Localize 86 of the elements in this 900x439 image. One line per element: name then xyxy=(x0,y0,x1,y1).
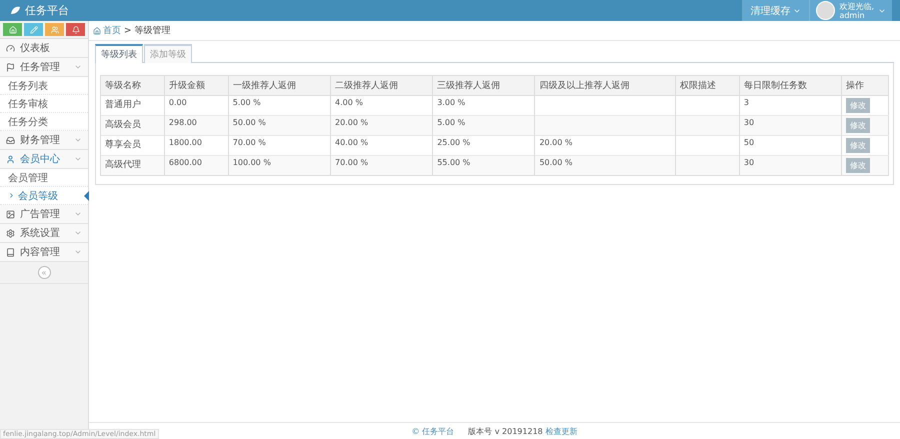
menu-item[interactable]: 广告管理 xyxy=(0,205,88,224)
table-cell: 5.00 % xyxy=(437,118,466,127)
table-cell: 55.00 % xyxy=(437,158,470,167)
user-name: admin xyxy=(839,10,866,20)
table-cell: 高级会员 xyxy=(105,120,141,130)
settings-icon xyxy=(6,228,15,238)
table-cell: 0.00 xyxy=(168,98,187,107)
menu-item[interactable]: 财务管理 xyxy=(0,131,88,150)
book-icon xyxy=(6,248,15,256)
submenu-item[interactable]: 会员等级 xyxy=(0,187,88,205)
column-header: 升级金额 xyxy=(164,76,228,96)
shortcut-button[interactable] xyxy=(66,23,85,36)
table-cell: 普通用户 xyxy=(105,100,141,110)
home-icon xyxy=(93,26,101,34)
table-cell: 50 xyxy=(744,138,754,147)
table-cell: 70.00 % xyxy=(232,138,266,147)
column-header: 三级推荐人返佣 xyxy=(432,76,535,96)
column-header: 一级推荐人返佣 xyxy=(228,76,330,96)
copyright-link[interactable]: © 任务平台 xyxy=(412,426,454,436)
table-cell: 70.00 % xyxy=(335,158,368,167)
chevron-icon xyxy=(74,155,82,163)
inbox-icon xyxy=(6,136,15,144)
user-menu[interactable]: 欢迎光临, admin xyxy=(809,0,892,21)
tab[interactable]: 等级列表 xyxy=(95,44,143,63)
table-cell: 3.00 % xyxy=(437,98,466,107)
image-icon xyxy=(6,210,15,218)
clear-cache-button[interactable]: 清理缓存 xyxy=(742,0,810,21)
tab[interactable]: 添加等级 xyxy=(144,44,192,63)
user-icon xyxy=(6,154,15,164)
submenu-item[interactable]: 任务分类 xyxy=(0,113,88,131)
column-header: 二级推荐人返佣 xyxy=(330,76,433,96)
bell-icon xyxy=(72,26,80,34)
welcome-text: 欢迎光临, xyxy=(839,2,874,10)
menu-item[interactable]: 任务管理 xyxy=(0,58,88,77)
column-header: 等级名称 xyxy=(100,76,164,96)
table-cell: 40.00 % xyxy=(335,138,368,147)
submenu-item[interactable]: 会员管理 xyxy=(0,169,88,187)
table-cell: 50.00 % xyxy=(539,158,572,167)
shortcut-button[interactable] xyxy=(3,23,22,36)
users-icon xyxy=(50,26,58,34)
gauge-icon xyxy=(6,44,15,52)
leaf-icon xyxy=(10,6,21,15)
check-update-link[interactable]: 检查更新 xyxy=(545,426,578,436)
column-header: 四级及以上推荐人返佣 xyxy=(534,76,676,96)
table-cell: 100.00 % xyxy=(232,158,271,167)
table-cell: 5.00 % xyxy=(232,98,261,107)
chevron-icon xyxy=(74,63,82,71)
home-icon xyxy=(8,26,16,34)
table-cell: 25.00 % xyxy=(437,138,470,147)
breadcrumb-separator: > xyxy=(124,26,132,36)
avatar xyxy=(816,1,836,20)
column-header: 操作 xyxy=(842,76,888,96)
table-cell: 高级代理 xyxy=(105,160,141,170)
chevron-icon xyxy=(74,248,82,256)
chevron-icon xyxy=(8,192,15,199)
table-cell: 30 xyxy=(744,158,754,167)
brand-title: 任务平台 xyxy=(25,3,69,18)
table-cell: 4.00 % xyxy=(335,98,363,107)
table-cell: 6800.00 xyxy=(168,158,202,167)
table-cell: 50.00 % xyxy=(232,118,266,127)
pencil-icon xyxy=(30,26,38,34)
submenu-item[interactable]: 任务审核 xyxy=(0,95,88,113)
table-cell: 20.00 % xyxy=(539,138,572,147)
table-cell: 尊享会员 xyxy=(105,140,141,150)
menu-item[interactable]: 会员中心 xyxy=(0,150,88,169)
shortcut-button[interactable] xyxy=(24,23,43,36)
table-cell: 3 xyxy=(744,98,749,107)
menu-item[interactable]: 系统设置 xyxy=(0,224,88,243)
submenu-item[interactable]: 任务列表 xyxy=(0,77,88,95)
table-cell: 298.00 xyxy=(168,118,197,127)
flag-icon xyxy=(6,62,15,72)
menu-item[interactable]: 仪表板 xyxy=(0,39,88,58)
table-cell: 20.00 % xyxy=(335,118,368,127)
menu-item[interactable]: 内容管理 xyxy=(0,243,88,262)
table-cell: 30 xyxy=(744,118,754,127)
column-header: 权限描述 xyxy=(675,76,740,96)
chevron-icon xyxy=(74,136,82,144)
home-link[interactable]: 首页 xyxy=(93,24,121,37)
breadcrumb-current: 等级管理 xyxy=(134,24,171,37)
table-cell: 1800.00 xyxy=(168,138,202,147)
chevron-icon xyxy=(74,210,82,218)
shortcut-button[interactable] xyxy=(45,23,64,36)
version-text: 版本号 v 20191218 xyxy=(468,426,543,436)
chevron-icon xyxy=(74,229,82,237)
column-header: 每日限制任务数 xyxy=(739,76,842,96)
collapse-button[interactable]: « xyxy=(38,266,50,279)
